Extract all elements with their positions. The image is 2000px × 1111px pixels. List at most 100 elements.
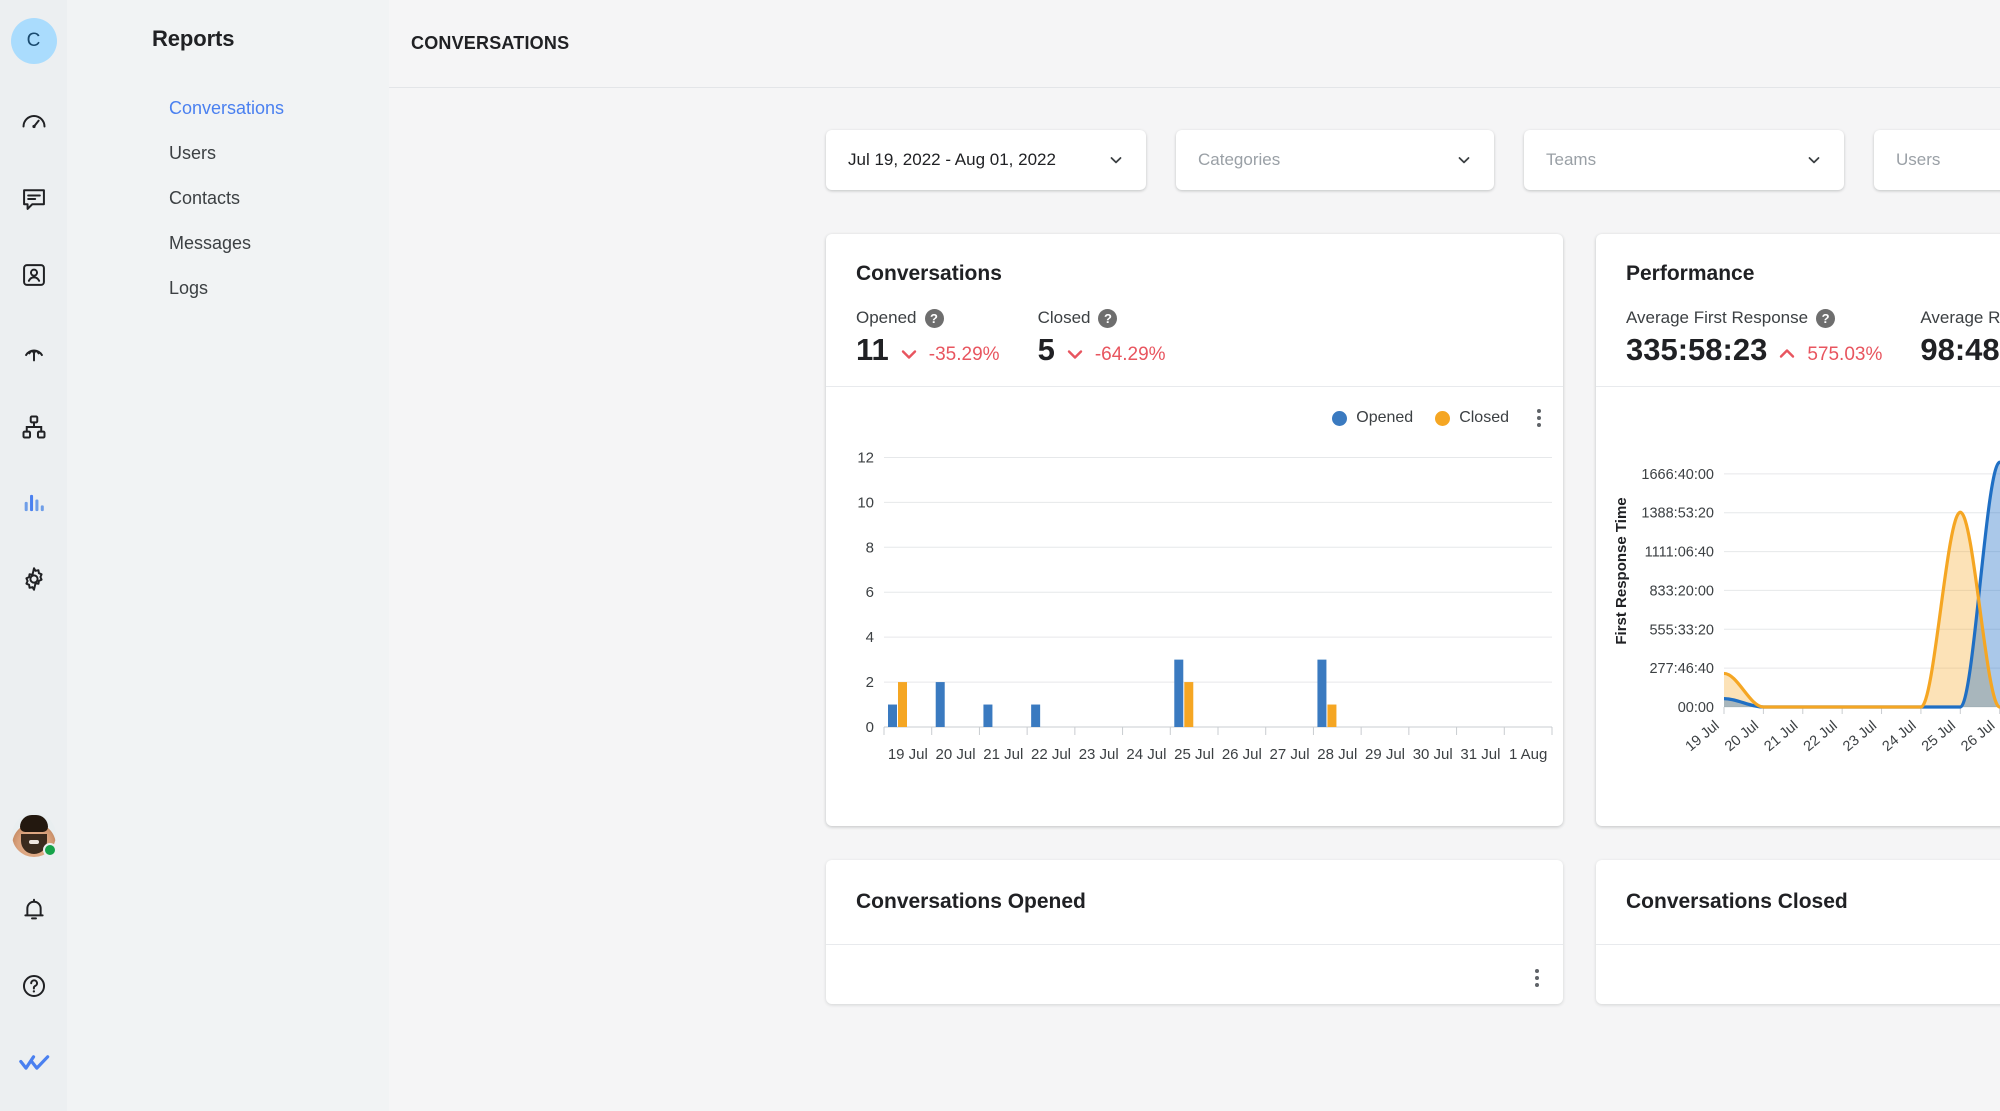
sidebar-item-contacts[interactable]: Contacts: [67, 176, 389, 221]
conversations-card-title: Conversations: [856, 262, 1002, 285]
date-range-filter[interactable]: Jul 19, 2022 - Aug 01, 2022: [826, 130, 1146, 190]
users-placeholder: Users: [1896, 150, 1941, 169]
workspace-avatar[interactable]: C: [10, 18, 57, 64]
bar-y-tick-label: 4: [866, 629, 874, 646]
perf-y1-tick-label: 1666:40:00: [1641, 467, 1714, 483]
broadcast-icon[interactable]: [11, 328, 57, 374]
metric-closed-delta: -64.29%: [1094, 344, 1166, 365]
conversations-opened-title: Conversations Opened: [856, 890, 1086, 913]
help-tooltip-icon[interactable]: ?: [1098, 308, 1118, 328]
perf-y1-axis-title: First Response Time: [1613, 497, 1630, 644]
metric-closed: Closed ? 5 -64.29%: [1038, 308, 1166, 366]
bar-opened-9: [1317, 659, 1327, 727]
filter-bar: Jul 19, 2022 - Aug 01, 2022 Categories T…: [389, 88, 2000, 190]
bar-x-tick-label: 29 Jul: [1365, 746, 1405, 763]
perf-y1-tick-label: 833:20:00: [1649, 583, 1714, 599]
performance-card-title: Performance: [1626, 262, 1755, 285]
workspace-initial: C: [26, 30, 41, 51]
bar-x-tick-label: 24 Jul: [1126, 746, 1166, 763]
metric-opened-label: Opened: [856, 308, 917, 327]
metric-ar-value: 98:48:31: [1920, 332, 2000, 367]
conversations-metrics: Opened ? 11 -35.29% Closed ? 5 -64.29%: [856, 308, 1533, 366]
bar-x-tick-label: 27 Jul: [1270, 746, 1310, 763]
settings-icon[interactable]: [11, 556, 57, 602]
conversations-opened-body: [826, 944, 1563, 1004]
bar-x-tick-label: 28 Jul: [1317, 746, 1357, 763]
chevron-down-icon: [1458, 157, 1470, 164]
bar-x-tick-label: 26 Jul: [1222, 746, 1262, 763]
app-root: C Reports Conversations Users Contacts M…: [0, 0, 2000, 1111]
metric-closed-value-row: 5 -64.29%: [1038, 334, 1166, 366]
cards-row-bottom: Conversations Opened Conversations Close…: [389, 826, 2000, 1004]
bar-x-tick-label: 23 Jul: [1079, 746, 1119, 763]
brand-logo-icon[interactable]: [11, 1039, 57, 1085]
bar-y-tick-label: 6: [866, 584, 874, 601]
trend-up-icon: [1780, 349, 1795, 358]
users-filter[interactable]: Users: [1874, 130, 2000, 190]
workflow-icon[interactable]: [11, 404, 57, 450]
conversations-card: Conversations Opened ? 11 -35.29% Closed…: [826, 234, 1563, 826]
metric-closed-label-row: Closed ?: [1038, 308, 1166, 328]
perf-x-tick-label: 21 Jul: [1761, 718, 1801, 755]
top-bar: CONVERSATIONS Last updated just now Time…: [389, 0, 2000, 88]
perf-y1-tick-label: 00:00: [1678, 700, 1714, 716]
perf-y1-tick-label: 555:33:20: [1649, 622, 1714, 638]
page-title: CONVERSATIONS: [411, 33, 570, 53]
bar-opened-6: [1174, 659, 1184, 727]
bar-y-tick-label: 10: [857, 494, 874, 511]
categories-filter[interactable]: Categories: [1176, 130, 1494, 190]
metric-afr-value-row: 335:58:23 575.03%: [1626, 334, 1882, 366]
chat-icon[interactable]: [11, 176, 57, 222]
performance-card-header: Performance Average First Response ? 335…: [1596, 234, 2000, 386]
bar-opened-3: [1031, 704, 1041, 727]
bar-x-tick-label: 30 Jul: [1413, 746, 1453, 763]
bar-x-tick-label: 21 Jul: [983, 746, 1023, 763]
metric-opened-delta: -35.29%: [928, 344, 1000, 365]
reports-icon[interactable]: [11, 480, 57, 526]
perf-y1-tick-label: 1388:53:20: [1641, 506, 1714, 522]
perf-x-tick-label: 25 Jul: [1919, 718, 1959, 755]
perf-x-tick-label: 19 Jul: [1683, 718, 1723, 755]
metric-ar-label-row: Average Resolution ?: [1920, 308, 2000, 328]
help-tooltip-icon[interactable]: ?: [924, 308, 944, 328]
bar-closed-6: [1184, 682, 1194, 727]
help-tooltip-icon[interactable]: ?: [1816, 308, 1836, 328]
chevron-down-icon: [1808, 157, 1820, 164]
perf-y1-tick-label: 277:46:40: [1649, 661, 1714, 677]
contact-icon[interactable]: [11, 252, 57, 298]
metric-opened-value-row: 11 -35.29%: [856, 334, 1000, 366]
bell-icon[interactable]: [11, 887, 57, 933]
bar-y-tick-label: 8: [866, 539, 874, 556]
perf-area-resolution: [1724, 512, 2000, 707]
sidebar-item-users[interactable]: Users: [67, 131, 389, 176]
avatar-hair: [19, 815, 48, 832]
categories-placeholder: Categories: [1198, 150, 1281, 169]
metric-afr-value: 335:58:23: [1626, 332, 1768, 367]
dashboard-icon[interactable]: [11, 100, 57, 146]
perf-x-tick-label: 24 Jul: [1880, 718, 1920, 755]
bar-opened-1: [935, 682, 945, 727]
bar-closed-0: [898, 682, 907, 727]
bar-opened-0: [888, 704, 897, 727]
chart-menu-icon[interactable]: [1535, 969, 1539, 987]
bar-x-tick-label: 19 Jul: [888, 746, 928, 763]
sidebar-item-messages[interactable]: Messages: [67, 221, 389, 266]
sidebar-item-conversations[interactable]: Conversations: [67, 86, 389, 131]
metric-avg-resolution: Average Resolution ? 98:48:31 16.52%: [1920, 308, 2000, 366]
rail-bottom-group: [11, 813, 57, 1111]
bar-x-tick-label: 22 Jul: [1031, 746, 1071, 763]
metric-opened-label-row: Opened ?: [856, 308, 1000, 328]
conversations-closed-card: Conversations Closed: [1596, 860, 2000, 1004]
performance-metrics: Average First Response ? 335:58:23 575.0…: [1626, 308, 2000, 366]
performance-chart-body: First Response Resolution 00:00277:46:40…: [1596, 386, 2000, 826]
perf-x-tick-label: 23 Jul: [1840, 718, 1880, 755]
metric-afr-label-row: Average First Response ?: [1626, 308, 1882, 328]
cards-row-top: Conversations Opened ? 11 -35.29% Closed…: [389, 190, 2000, 826]
metric-opened: Opened ? 11 -35.29%: [856, 308, 1000, 366]
user-avatar[interactable]: [11, 813, 57, 857]
teams-filter[interactable]: Teams: [1524, 130, 1844, 190]
online-status-dot: [42, 843, 57, 857]
metric-opened-value: 11: [856, 332, 889, 367]
help-icon[interactable]: [11, 963, 57, 1009]
sidebar-item-logs[interactable]: Logs: [67, 266, 389, 311]
